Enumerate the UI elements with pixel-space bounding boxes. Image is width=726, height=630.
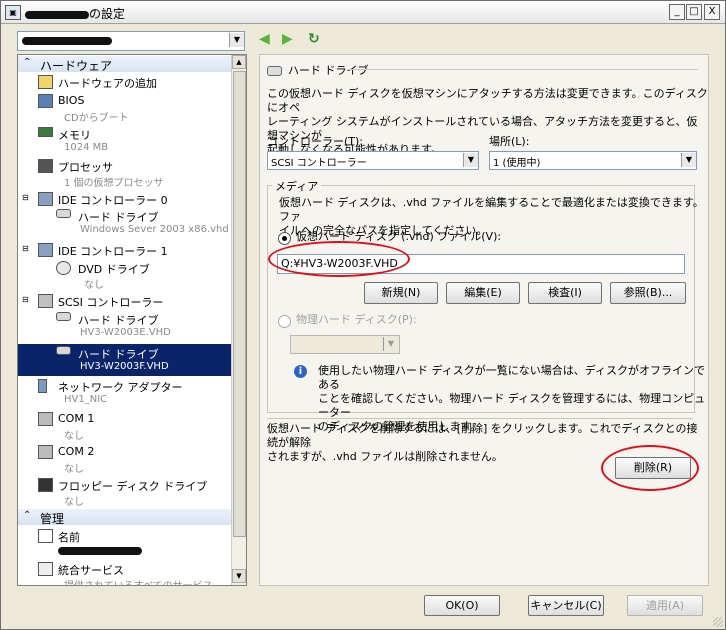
tree-item-ide-controller-0[interactable]: ⊟ IDE コントローラー 0: [18, 190, 231, 207]
location-select[interactable]: 1 (使用中) ▼: [489, 151, 697, 170]
refresh-icon[interactable]: ↻: [308, 31, 320, 47]
com-port-icon: [38, 412, 53, 426]
controller-label: コントローラー(T):: [267, 135, 364, 148]
back-arrow-icon[interactable]: ◀: [259, 31, 270, 47]
collapse-tree-icon[interactable]: ⊟: [22, 295, 29, 304]
annotation-circle-remove-button: [601, 445, 699, 491]
tree-item-scsi-controller[interactable]: ⊟ SCSI コントローラー: [18, 292, 231, 309]
scroll-down-icon[interactable]: ▼: [232, 569, 246, 583]
new-button[interactable]: 新規(N): [364, 282, 438, 304]
collapse-tree-icon[interactable]: ⊟: [22, 244, 29, 253]
scroll-thumb[interactable]: [233, 71, 246, 537]
tree-item-dvd-drive[interactable]: DVD ドライブ なし: [18, 259, 231, 291]
ok-button[interactable]: OK(O): [424, 595, 500, 616]
vm-selector[interactable]: ▼: [17, 31, 245, 51]
collapse-tree-icon[interactable]: ⊟: [22, 193, 29, 202]
integration-services-icon: [38, 562, 53, 576]
section-hardware[interactable]: ⌃ ハードウェア: [18, 56, 231, 73]
ide-controller-icon: [38, 192, 53, 206]
redacted-vm-name: [25, 10, 89, 19]
forward-arrow-icon[interactable]: ▶: [282, 31, 293, 47]
hard-drive-icon: [56, 312, 71, 321]
tree-item-bios[interactable]: BIOS CDからブート: [18, 92, 231, 124]
tree-item-scsi-hard-drive-f[interactable]: ハード ドライブ HV3-W2003F.VHD: [18, 344, 231, 376]
collapse-icon[interactable]: ⌃: [23, 57, 31, 68]
panel-separator: [267, 418, 693, 419]
vhd-file-radio[interactable]: [278, 232, 291, 245]
tree-item-network-adapter[interactable]: ネットワーク アダプター HV1_NIC: [18, 377, 231, 409]
name-icon: [38, 529, 53, 543]
scroll-up-icon[interactable]: ▲: [232, 55, 246, 69]
window-title: の設定: [25, 5, 125, 22]
chevron-down-icon[interactable]: ▼: [463, 153, 478, 167]
tree-item-ide0-hard-drive[interactable]: ハード ドライブ Windows Sever 2003 x86.vhd: [18, 207, 231, 239]
panel-header: ハード ドライブ: [267, 62, 369, 78]
tree-item-scsi-hard-drive-e[interactable]: ハード ドライブ HV3-W2003E.VHD: [18, 310, 231, 342]
tree-item-name[interactable]: 名前: [18, 527, 231, 559]
controller-select[interactable]: SCSI コントローラー ▼: [267, 151, 479, 170]
annotation-circle-vhd-path: [268, 241, 410, 277]
hard-drive-icon: [267, 66, 282, 76]
tree-item-integration-services[interactable]: 統合サービス 提供されているすべてのサービス: [18, 560, 231, 585]
maximize-button[interactable]: □: [686, 4, 702, 20]
tree-item-processor[interactable]: プロセッサ 1 個の仮想プロセッサ: [18, 157, 231, 189]
redacted-vm-name: [58, 547, 142, 555]
hard-drive-icon: [56, 209, 71, 218]
floppy-icon: [38, 478, 53, 492]
processor-icon: [38, 159, 53, 173]
tree-item-com2[interactable]: COM 2 なし: [18, 443, 231, 475]
physical-disk-radio-label[interactable]: 物理ハード ディスク(P):: [296, 313, 417, 327]
tree-item-floppy-drive[interactable]: フロッピー ディスク ドライブ なし: [18, 476, 231, 508]
cancel-button[interactable]: キャンセル(C): [528, 595, 604, 616]
chevron-down-icon[interactable]: ▼: [681, 153, 696, 167]
settings-tree: ⌃ ハードウェア ハードウェアの追加 BIOS CDからブート メモリ 1024…: [17, 54, 247, 586]
resize-grip-icon[interactable]: [713, 617, 723, 627]
settings-window: ▣ の設定 _ □ X ▼ ◀ ▶ ↻ ⌃ ハードウェア ハードウェアの追加 B…: [0, 0, 726, 630]
ide-controller-icon: [38, 243, 53, 257]
bios-icon: [38, 94, 53, 108]
media-legend: メディア: [272, 178, 322, 194]
minimize-button[interactable]: _: [669, 4, 685, 20]
tree-item-ide-controller-1[interactable]: ⊟ IDE コントローラー 1: [18, 241, 231, 258]
dvd-icon: [56, 261, 71, 275]
apply-button[interactable]: 適用(A): [627, 595, 703, 616]
browse-button[interactable]: 参照(B)...: [610, 282, 686, 304]
location-label: 場所(L):: [489, 135, 530, 148]
inspect-button[interactable]: 検査(I): [528, 282, 602, 304]
title-bar: ▣ の設定 _ □ X: [1, 1, 725, 24]
close-button[interactable]: X: [704, 4, 720, 20]
memory-icon: [38, 127, 53, 137]
tree-scrollbar[interactable]: ▲ ▼: [231, 55, 246, 585]
chevron-down-icon[interactable]: ▼: [229, 33, 244, 47]
collapse-icon[interactable]: ⌃: [23, 510, 31, 521]
hard-drive-settings-panel: ハード ドライブ この仮想ハード ディスクを仮想マシンにアタッチする方法は変更で…: [259, 54, 709, 586]
redacted-vm-selector-value: [22, 37, 112, 45]
chevron-down-icon[interactable]: ▼: [383, 337, 398, 351]
section-management[interactable]: ⌃ 管理: [18, 509, 231, 526]
tree-item-com1[interactable]: COM 1 なし: [18, 410, 231, 442]
edit-button[interactable]: 編集(E): [446, 282, 520, 304]
scsi-controller-icon: [38, 294, 53, 308]
tree-item-memory[interactable]: メモリ 1024 MB: [18, 125, 231, 157]
window-app-icon: ▣: [5, 5, 21, 20]
physical-disk-select[interactable]: ▼: [290, 335, 400, 354]
info-icon: i: [294, 365, 307, 378]
header-divider: [348, 69, 698, 70]
physical-disk-radio[interactable]: [278, 315, 291, 328]
add-hardware-icon: [38, 75, 53, 89]
hard-drive-icon: [56, 346, 71, 355]
network-adapter-icon: [38, 379, 47, 393]
com-port-icon: [38, 445, 53, 459]
